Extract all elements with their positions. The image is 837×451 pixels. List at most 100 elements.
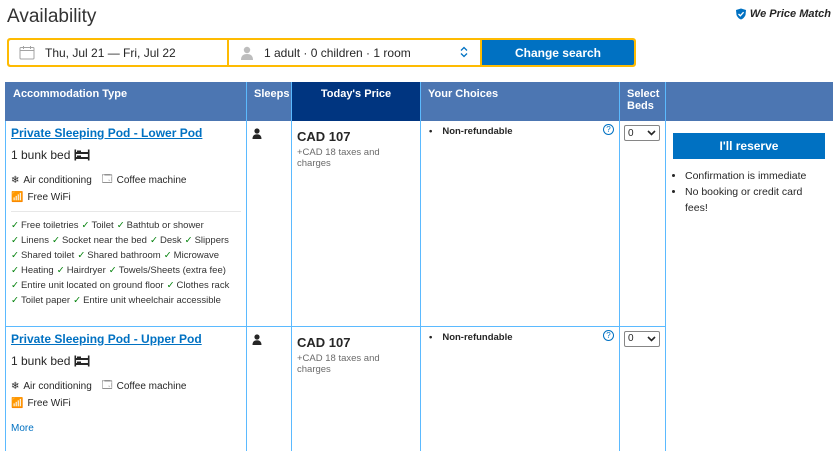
facility-item: 🗔 Coffee machine: [102, 172, 187, 189]
amenity-label: Free toiletries: [20, 220, 79, 231]
date-picker[interactable]: Thu, Jul 21 — Fri, Jul 22: [9, 40, 227, 65]
facility-item: 📶 Free WiFi: [11, 398, 241, 409]
wifi-icon: 📶: [11, 192, 24, 203]
snowflake-icon: ❄: [11, 380, 20, 392]
amenity-item: ✓ Slippers: [185, 233, 229, 248]
choice-label: Non-refundable: [442, 126, 513, 137]
amenity-item: ✓ Clothes rack: [167, 278, 230, 293]
checkmark-icon: ✓: [166, 280, 175, 291]
facility-item: 🗔 Coffee machine: [102, 378, 187, 395]
reserve-note: Confirmation is immediate: [685, 168, 826, 184]
amenity-label: Towels/Sheets (extra fee): [118, 265, 226, 276]
coffee-machine-icon: 🗔: [101, 174, 113, 185]
checkmark-icon: ✓: [11, 295, 19, 306]
facility-list: ❄ Air conditioning 🗔 Coffee machine 📶 Free …: [11, 378, 241, 409]
more-link[interactable]: More: [11, 423, 241, 434]
amenity-item: ✓ Linens: [11, 233, 49, 248]
guest-selector[interactable]: 1 adult · 0 children · 1 room: [229, 40, 480, 65]
checkmark-icon: ✓: [149, 235, 158, 246]
amenity-label: Socket near the bed: [61, 235, 147, 246]
bed-quantity-value: 0: [628, 127, 634, 139]
change-search-button[interactable]: Change search: [482, 40, 634, 65]
select-cell: 0: [619, 326, 666, 451]
reserve-cell: I'll reserve Confirmation is immediate N…: [665, 121, 833, 451]
amenity-label: Entire unit wheelchair accessible: [83, 295, 221, 306]
facility-label: Air conditioning: [23, 380, 92, 392]
price-amount: CAD 107: [297, 129, 351, 144]
facility-item: 📶 Free WiFi: [11, 192, 241, 203]
amenity-item: ✓ Free toiletries: [11, 218, 79, 233]
person-icon: [252, 128, 262, 139]
reserve-button[interactable]: I'll reserve: [673, 133, 825, 159]
question-icon[interactable]: ?: [603, 124, 614, 135]
bullet: •: [429, 126, 433, 137]
amenity-label: Shared bathroom: [87, 250, 161, 261]
facility-item: ❄ Air conditioning: [11, 378, 92, 395]
bunk-bed-icon: [74, 149, 90, 161]
amenity-item: ✓ Heating: [11, 263, 54, 278]
header-select-beds: Select Beds: [619, 82, 666, 121]
taxes-text: +CAD 18 taxes and charges: [297, 352, 380, 375]
taxes-text: +CAD 18 taxes and charges: [297, 147, 380, 169]
amenity-label: Toilet: [91, 220, 114, 231]
choice-item: • Non-refundable: [429, 126, 613, 137]
bed-info: 1 bunk bed: [11, 354, 241, 368]
choice-item: • Non-refundable: [429, 332, 613, 343]
header-reserve: [665, 82, 833, 121]
chevron-down-icon: [647, 335, 656, 342]
checkmark-icon: ✓: [184, 235, 193, 246]
checkmark-icon: ✓: [116, 220, 125, 231]
checkmark-icon: ✓: [81, 220, 90, 231]
availability-table: Accommodation Type Sleeps Today's Price …: [5, 82, 833, 451]
page-title: Availability: [7, 6, 97, 27]
room-name-link[interactable]: Private Sleeping Pod - Upper Pod: [11, 332, 241, 346]
header-accommodation-type: Accommodation Type: [5, 82, 247, 121]
amenity-list: ✓ Free toiletries ✓ Toilet ✓ Bathtub or showe…: [11, 212, 241, 308]
amenity-label: Bathtub or shower: [126, 220, 204, 231]
bed-type-label: 1 bunk bed: [11, 353, 71, 368]
bed-quantity-value: 0: [628, 333, 634, 344]
calendar-icon: [19, 46, 35, 60]
facility-label: Free WiFi: [27, 397, 71, 409]
amenity-item: ✓ Desk: [150, 233, 182, 248]
checkmark-icon: ✓: [11, 265, 19, 276]
checkmark-icon: ✓: [56, 265, 65, 276]
amenity-label: Clothes rack: [176, 280, 230, 291]
header-your-choices: Your Choices: [420, 82, 620, 121]
amenity-item: ✓ Shared bathroom: [77, 248, 160, 263]
amenity-label: Slippers: [194, 235, 229, 246]
chevron-down-icon: [647, 130, 656, 136]
checkmark-icon: ✓: [73, 295, 82, 306]
choices-cell: • Non-refundable ?: [420, 326, 620, 451]
question-icon[interactable]: ?: [603, 329, 614, 341]
wifi-icon: 📶: [11, 397, 24, 409]
checkmark-icon: ✓: [11, 280, 19, 291]
reserve-note: No booking or credit card fees!: [685, 184, 826, 216]
search-bar: Thu, Jul 21 — Fri, Jul 22 1 adult · 0 ch…: [7, 38, 636, 67]
guest-summary-text: 1 adult · 0 children · 1 room: [264, 45, 411, 60]
bed-quantity-select[interactable]: 0: [624, 125, 660, 141]
choices-cell: • Non-refundable ?: [420, 121, 620, 327]
price-match-badge[interactable]: We Price Match: [735, 8, 831, 20]
amenity-label: Shared toilet: [20, 250, 75, 261]
room-name-link[interactable]: Private Sleeping Pod - Lower Pod: [11, 126, 241, 140]
room-info-cell: Private Sleeping Pod - Upper Pod 1 bunk …: [5, 326, 247, 451]
checkmark-icon: ✓: [77, 250, 86, 261]
facility-list: ❄ Air conditioning 🗔 Coffee machine 📶 Free …: [11, 172, 241, 203]
bunk-bed-icon: [74, 355, 90, 366]
person-icon: [252, 333, 262, 345]
bed-quantity-select[interactable]: 0: [624, 330, 660, 347]
header-sleeps: Sleeps: [246, 82, 292, 121]
checkmark-icon: ✓: [11, 220, 19, 231]
amenity-label: Hairdryer: [66, 265, 106, 276]
header-todays-price: Today's Price: [291, 82, 421, 121]
price-cell: CAD 107 +CAD 18 taxes and charges: [291, 121, 421, 327]
price-amount: CAD 107: [297, 334, 351, 350]
amenity-item: ✓ Towels/Sheets (extra fee): [109, 263, 226, 278]
facility-label: Coffee machine: [116, 380, 187, 392]
amenity-item: ✓ Shared toilet: [11, 248, 74, 263]
amenity-label: Desk: [159, 235, 182, 246]
amenity-label: Toilet paper: [20, 295, 71, 306]
price-cell: CAD 107 +CAD 18 taxes and charges: [291, 326, 421, 451]
checkmark-icon: ✓: [163, 250, 172, 261]
